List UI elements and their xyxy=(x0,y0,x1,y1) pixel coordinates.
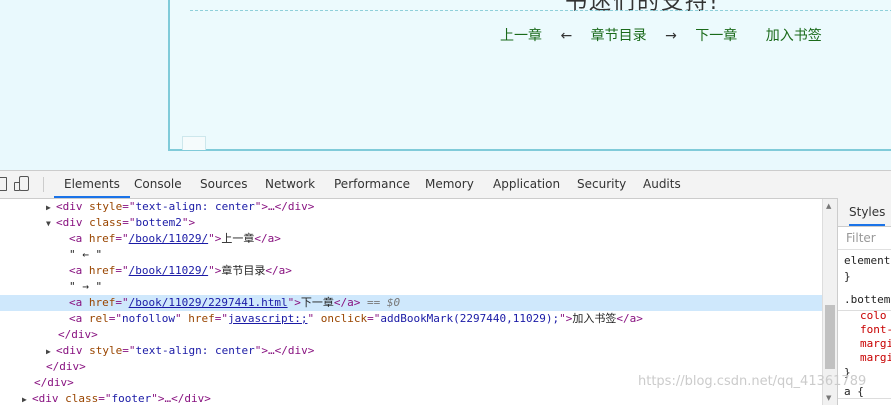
style-property[interactable]: colo xyxy=(860,309,887,322)
selected-marker: == $0 xyxy=(360,296,401,309)
devtools-tabbar: Elements Console Sources Network Perform… xyxy=(0,171,891,199)
tab-network[interactable]: Network xyxy=(265,171,315,198)
prev-chapter-link[interactable]: 上一章 xyxy=(500,25,542,45)
dom-close-tag[interactable]: </div> xyxy=(0,327,822,343)
expand-triangle-icon[interactable]: ▶ xyxy=(22,392,32,405)
styles-tabbar: Styles xyxy=(838,198,891,227)
tab-audits[interactable]: Audits xyxy=(643,171,681,198)
tab-sources[interactable]: Sources xyxy=(200,171,247,198)
dom-node-row[interactable]: ▶ <div class="footer">…</div> xyxy=(0,391,822,405)
expand-triangle-icon[interactable]: ▶ xyxy=(46,344,56,360)
style-property[interactable]: margi xyxy=(860,337,891,350)
scroll-down-arrow-icon[interactable]: ▼ xyxy=(826,394,831,402)
divider xyxy=(838,398,891,399)
watermark-text: https://blog.csdn.net/qq_41361789 xyxy=(638,374,867,389)
rule-brace: } xyxy=(844,270,851,283)
dom-node-row[interactable]: <a href="/book/11029/">章节目录</a> xyxy=(0,263,822,279)
device-toolbar-icon[interactable] xyxy=(14,176,29,191)
dom-node-row-selected[interactable]: <a href="/book/11029/2297441.html">下一章</… xyxy=(0,295,822,311)
chapter-nav: 上一章 ← 章节目录 → 下一章 加入书签 xyxy=(500,25,822,45)
style-rule-selector[interactable]: .bottem xyxy=(844,293,890,306)
devtools-panel: Elements Console Sources Network Perform… xyxy=(0,170,891,405)
dom-text-node[interactable]: " ← " xyxy=(0,247,822,263)
dom-node-row[interactable]: <a rel="nofollow" href="javascript:;" on… xyxy=(0,311,822,327)
tab-memory[interactable]: Memory xyxy=(425,171,474,198)
chapter-content-box: 书迷们的支持! 上一章 ← 章节目录 → 下一章 加入书签 xyxy=(168,0,891,151)
dom-close-tag[interactable]: </div> xyxy=(0,359,822,375)
corner-widget xyxy=(182,136,206,150)
tab-elements[interactable]: Elements xyxy=(54,171,130,198)
arrow-left: ← xyxy=(560,28,573,44)
tab-application[interactable]: Application xyxy=(493,171,560,198)
style-property[interactable]: margi xyxy=(860,351,891,364)
tab-security[interactable]: Security xyxy=(577,171,626,198)
toc-link[interactable]: 章节目录 xyxy=(591,25,647,45)
href-link[interactable]: javascript:; xyxy=(228,312,307,325)
dom-node-row[interactable]: ▶ <div style="text-align: center">…</div> xyxy=(0,343,822,359)
href-link[interactable]: /book/11029/ xyxy=(129,264,208,277)
scroll-up-arrow-icon[interactable]: ▲ xyxy=(826,202,831,210)
scroll-thumb[interactable] xyxy=(825,305,835,369)
collapse-triangle-icon[interactable]: ▼ xyxy=(46,216,56,232)
page-viewport: 书迷们的支持! 上一章 ← 章节目录 → 下一章 加入书签 xyxy=(0,0,891,170)
dom-text-node[interactable]: " → " xyxy=(0,279,822,295)
dom-node-row[interactable]: ▼ <div class="bottem2"> xyxy=(0,215,822,231)
tab-styles[interactable]: Styles xyxy=(849,205,886,226)
add-bookmark-link[interactable]: 加入书签 xyxy=(766,25,822,45)
tab-console[interactable]: Console xyxy=(134,171,182,198)
next-chapter-link[interactable]: 下一章 xyxy=(695,25,737,45)
dom-node-row[interactable]: <a href="/book/11029/">上一章</a> xyxy=(0,231,822,247)
style-property[interactable]: font- xyxy=(860,323,891,336)
styles-filter-input[interactable]: Filter xyxy=(838,227,891,250)
inspect-element-icon[interactable] xyxy=(0,177,7,191)
dom-node-row[interactable]: ▶ <div style="text-align: center">…</div> xyxy=(0,199,822,215)
expand-triangle-icon[interactable]: ▶ xyxy=(46,200,56,216)
heading-fragment: 书迷们的支持! xyxy=(565,0,720,15)
href-link[interactable]: /book/11029/2297441.html xyxy=(129,296,288,309)
tab-performance[interactable]: Performance xyxy=(334,171,410,198)
divider xyxy=(190,10,891,11)
arrow-right: → xyxy=(665,28,677,44)
href-link[interactable]: /book/11029/ xyxy=(129,232,208,245)
element-style-rule[interactable]: element xyxy=(844,254,890,267)
toolbar-separator xyxy=(43,177,44,192)
